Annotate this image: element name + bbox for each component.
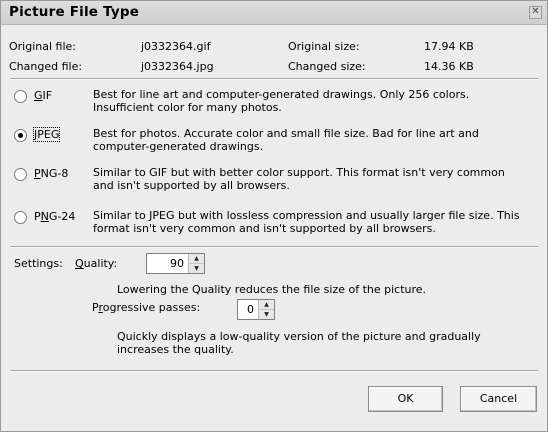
quality-stepper[interactable]: 90 ▲ ▼ (146, 253, 205, 274)
close-icon[interactable]: ✕ (529, 6, 542, 19)
dialog-title: Picture File Type (9, 4, 140, 20)
changed-size-label: Changed size: (288, 60, 366, 73)
quality-value[interactable]: 90 (170, 257, 184, 270)
original-file-value: j0332364.gif (141, 40, 211, 53)
radio-jpeg-label[interactable]: JPEG (32, 127, 61, 142)
original-size-value: 17.94 KB (424, 40, 474, 53)
separator (10, 370, 538, 372)
original-file-label: Original file: (9, 40, 76, 53)
changed-file-value: j0332364.jpg (141, 60, 214, 73)
picture-file-type-dialog: Picture File Type ✕ Original file: j0332… (0, 0, 548, 432)
png24-description: Similar to JPEG but with lossless compre… (93, 209, 520, 235)
settings-label: Settings: (14, 257, 63, 270)
spin-down-icon[interactable]: ▼ (259, 310, 274, 319)
quality-hint: Lowering the Quality reduces the file si… (117, 283, 427, 296)
progressive-passes-label: Progressive passes: (92, 301, 201, 314)
passes-spin-buttons: ▲ ▼ (258, 300, 274, 319)
spin-up-icon[interactable]: ▲ (189, 254, 204, 264)
png8-description: Similar to GIF but with better color sup… (93, 166, 505, 192)
spin-up-icon[interactable]: ▲ (259, 300, 274, 310)
progressive-passes-stepper[interactable]: 0 ▲ ▼ (237, 299, 275, 320)
radio-png24-label[interactable]: PNG-24 (34, 210, 75, 223)
cancel-button[interactable]: Cancel (460, 386, 537, 412)
radio-gif-label[interactable]: GIF (34, 89, 52, 102)
ok-button[interactable]: OK (368, 386, 443, 412)
spin-down-icon[interactable]: ▼ (189, 264, 204, 273)
changed-file-label: Changed file: (9, 60, 83, 73)
progressive-passes-hint: Quickly displays a low-quality version o… (117, 330, 481, 356)
progressive-passes-value[interactable]: 0 (247, 303, 254, 316)
separator (10, 246, 538, 248)
radio-png8[interactable] (14, 168, 27, 181)
quality-label: Quality: (75, 257, 118, 270)
gif-description: Best for line art and computer-generated… (93, 88, 470, 114)
quality-spin-buttons: ▲ ▼ (188, 254, 204, 273)
separator (10, 78, 538, 80)
title-bar[interactable]: Picture File Type ✕ (1, 1, 547, 25)
jpeg-description: Best for photos. Accurate color and smal… (93, 127, 479, 153)
radio-png24[interactable] (14, 211, 27, 224)
changed-size-value: 14.36 KB (424, 60, 474, 73)
original-size-label: Original size: (288, 40, 360, 53)
radio-jpeg[interactable] (14, 129, 27, 142)
radio-png8-label[interactable]: PNG-8 (34, 167, 68, 180)
radio-gif[interactable] (14, 90, 27, 103)
